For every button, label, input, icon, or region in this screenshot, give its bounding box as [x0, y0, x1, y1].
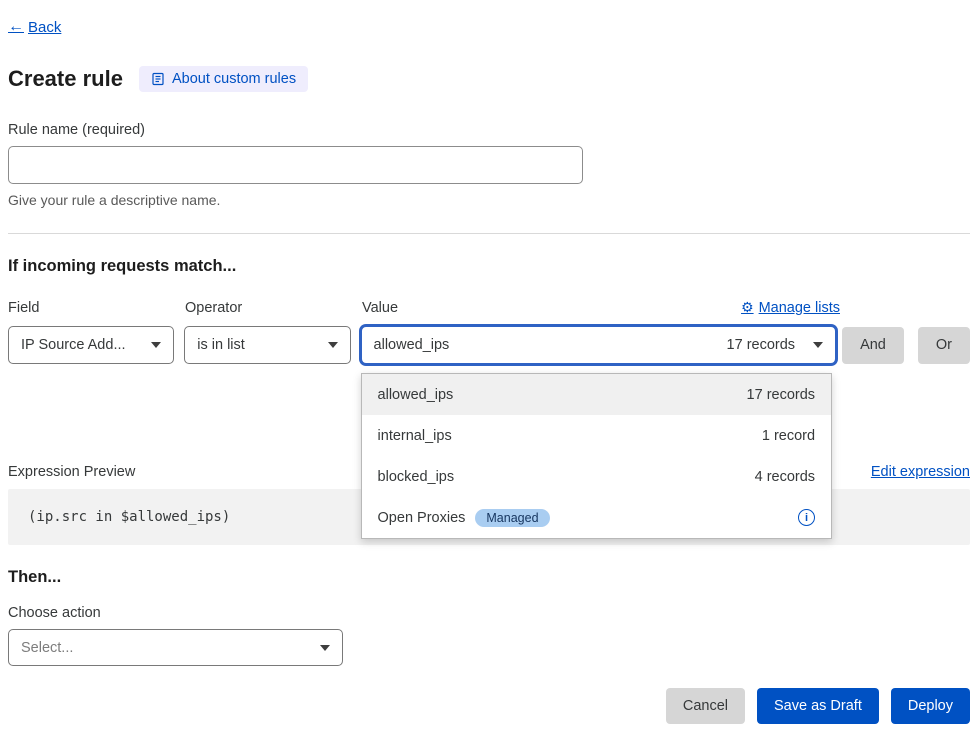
- field-select[interactable]: IP Source Add...: [8, 326, 174, 364]
- chevron-down-icon: [320, 645, 330, 651]
- rule-name-label: Rule name (required): [8, 122, 970, 138]
- operator-label: Operator: [185, 300, 352, 316]
- managed-badge: Managed: [475, 509, 549, 527]
- list-option-meta: 17 records: [747, 387, 816, 403]
- footer-actions: Cancel Save as Draft Deploy: [8, 688, 970, 724]
- section-divider: [8, 233, 970, 234]
- back-arrow-icon: ←: [8, 18, 24, 36]
- list-option-name: allowed_ips: [378, 387, 454, 403]
- docs-book-icon: [151, 72, 165, 86]
- and-button[interactable]: And: [842, 327, 904, 364]
- match-condition-row: IP Source Add... is in list allowed_ips …: [8, 326, 970, 364]
- action-select-placeholder: Select...: [21, 640, 73, 656]
- manage-lists-label: Manage lists: [759, 300, 840, 316]
- rule-name-input[interactable]: [8, 146, 583, 184]
- chevron-down-icon: [328, 342, 338, 348]
- field-select-value: IP Source Add...: [21, 337, 126, 353]
- field-label: Field: [8, 300, 175, 316]
- list-option-open-proxies[interactable]: Open Proxies Managed i: [362, 497, 832, 538]
- gear-icon: ⚙: [741, 299, 754, 316]
- expression-preview-label: Expression Preview: [8, 464, 135, 480]
- match-section-title: If incoming requests match...: [8, 257, 970, 276]
- list-option-meta: 1 record: [762, 428, 815, 444]
- info-icon[interactable]: i: [798, 509, 815, 526]
- back-label: Back: [28, 19, 61, 36]
- choose-action-label: Choose action: [8, 605, 970, 621]
- chevron-down-icon: [813, 342, 823, 348]
- save-as-draft-button[interactable]: Save as Draft: [757, 688, 879, 724]
- list-option-name: blocked_ips: [378, 469, 455, 485]
- rule-name-helper: Give your rule a descriptive name.: [8, 192, 970, 208]
- about-custom-rules-link[interactable]: About custom rules: [139, 66, 308, 92]
- deploy-button[interactable]: Deploy: [891, 688, 970, 724]
- title-row: Create rule About custom rules: [8, 66, 970, 92]
- cancel-button[interactable]: Cancel: [666, 688, 745, 724]
- page-title: Create rule: [8, 66, 123, 92]
- edit-expression-link[interactable]: Edit expression: [871, 464, 970, 480]
- value-label: Value: [362, 300, 398, 316]
- operator-select-value: is in list: [197, 337, 245, 353]
- about-custom-rules-label: About custom rules: [172, 71, 296, 87]
- list-option-allowed-ips[interactable]: allowed_ips 17 records: [362, 374, 832, 415]
- value-select[interactable]: allowed_ips 17 records: [361, 326, 837, 364]
- action-select[interactable]: Select...: [8, 629, 343, 666]
- list-option-name: internal_ips: [378, 428, 452, 444]
- value-select-meta: 17 records: [727, 337, 796, 353]
- then-section-title: Then...: [8, 568, 970, 587]
- list-dropdown: allowed_ips 17 records internal_ips 1 re…: [361, 373, 833, 539]
- list-option-meta: 4 records: [755, 469, 815, 485]
- manage-lists-link[interactable]: ⚙ Manage lists: [741, 299, 840, 316]
- match-labels-row: Field Operator Value ⚙ Manage lists: [8, 299, 970, 316]
- back-link[interactable]: ←Back: [8, 18, 61, 36]
- create-rule-page: ←Back Create rule About custom rules Rul…: [0, 0, 979, 724]
- list-option-name: Open Proxies: [378, 510, 466, 526]
- value-column: allowed_ips 17 records allowed_ips 17 re…: [361, 326, 837, 364]
- value-select-name: allowed_ips: [374, 337, 450, 353]
- list-option-blocked-ips[interactable]: blocked_ips 4 records: [362, 456, 832, 497]
- list-option-internal-ips[interactable]: internal_ips 1 record: [362, 415, 832, 456]
- or-button[interactable]: Or: [918, 327, 970, 364]
- operator-select[interactable]: is in list: [184, 326, 350, 364]
- chevron-down-icon: [151, 342, 161, 348]
